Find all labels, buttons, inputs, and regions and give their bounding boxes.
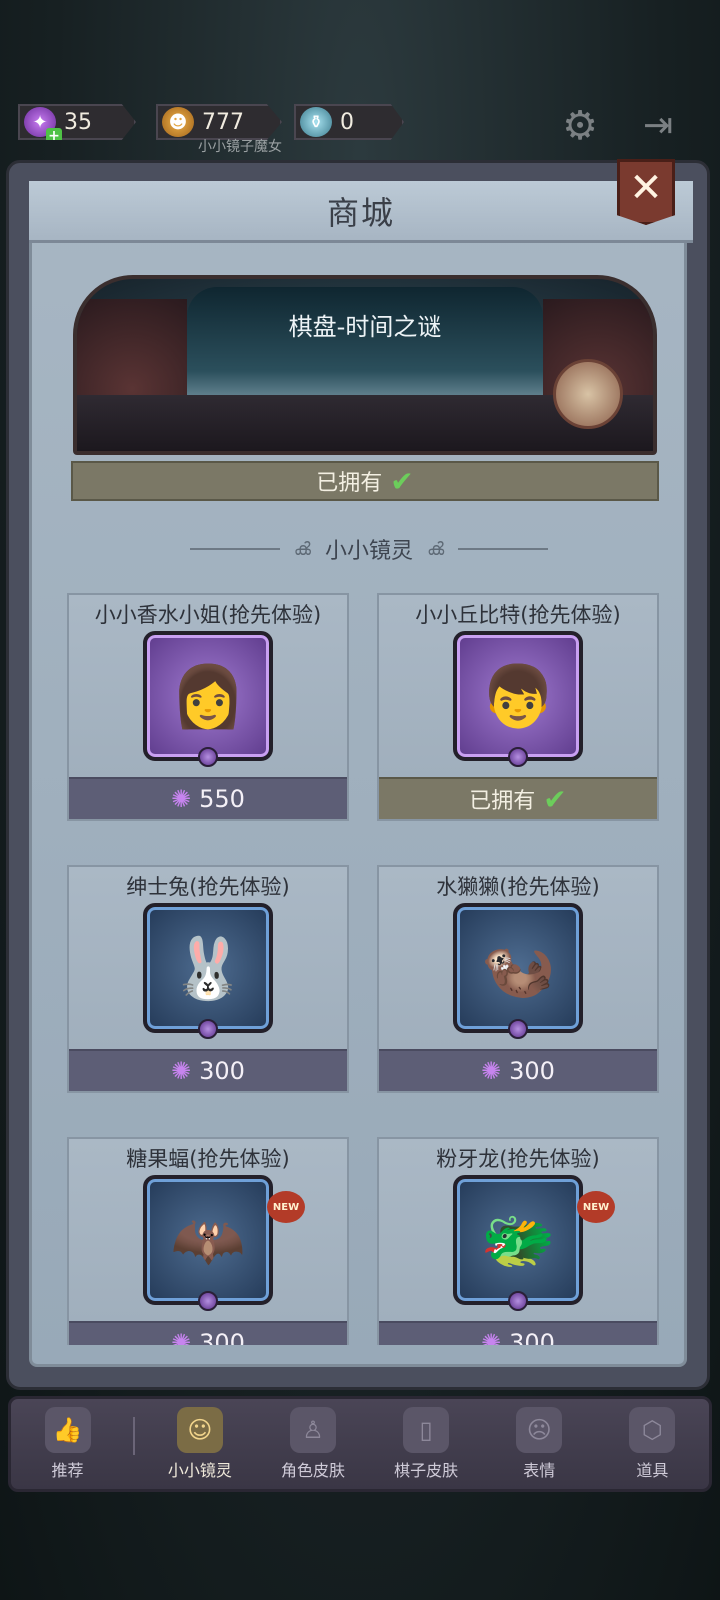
pumpkin-amount: 777 <box>202 109 244 135</box>
item-price: 300 <box>509 1057 555 1085</box>
nav-separator <box>132 1417 135 1455</box>
price-button[interactable]: ✺ 300 <box>379 1321 657 1345</box>
close-icon: ✕ <box>629 165 663 211</box>
candy-amount: 35 <box>64 109 92 135</box>
candy-icon: ✺ <box>171 785 192 813</box>
candy-icon: ✺ <box>171 1057 192 1085</box>
candy-icon: ✺ <box>481 1057 502 1085</box>
item-name: 小小香水小姐(抢先体验) <box>94 603 322 627</box>
item-icon: ⬡ <box>629 1407 676 1453</box>
shop-item-card[interactable]: 粉牙龙(抢先体验) 🐲 NEW ✺ 300 <box>377 1137 659 1345</box>
banner-status: 已拥有 <box>316 471 383 496</box>
gem-icon <box>198 1019 218 1039</box>
gem-icon <box>508 1019 528 1039</box>
item-name: 小小丘比特(抢先体验) <box>415 603 621 627</box>
divider-line <box>189 548 280 550</box>
tab-label: 表情 <box>523 1461 556 1480</box>
character-skin-icon: ♙ <box>289 1407 336 1453</box>
banner-window <box>187 287 543 407</box>
item-name: 糖果蝠(抢先体验) <box>126 1147 290 1171</box>
banner-owned-bar: 已拥有 ✔ <box>71 461 659 501</box>
item-price: 300 <box>199 1329 245 1345</box>
item-price: 300 <box>199 1057 245 1085</box>
item-name: 粉牙龙(抢先体验) <box>436 1147 600 1171</box>
candy-currency[interactable]: ✦ + 35 <box>18 104 136 140</box>
check-icon: ✔ <box>390 464 414 498</box>
tab-piece-skin[interactable]: ▯ 棋子皮肤 <box>378 1407 474 1481</box>
tab-character-skin[interactable]: ♙ 角色皮肤 <box>265 1407 361 1481</box>
item-name: 绅士兔(抢先体验) <box>126 875 290 899</box>
gem-icon <box>508 747 528 767</box>
pink-tooth-dragon-avatar: 🐲 <box>453 1175 583 1311</box>
pocket-watch-icon <box>553 359 623 429</box>
settings-gear-icon[interactable]: ⚙ <box>558 104 602 148</box>
swirl-icon: ൿ <box>293 538 311 560</box>
bottom-nav: 👍 推荐 ☺ 小小镜灵 ♙ 角色皮肤 ▯ 棋子皮肤 ☹ 表情 ⬡ 道具 <box>8 1396 712 1492</box>
tab-emote[interactable]: ☹ 表情 <box>491 1407 587 1481</box>
banner-name: 棋盘-时间之谜 <box>288 313 442 341</box>
cupid-avatar: 👦 <box>453 631 583 767</box>
close-button[interactable]: ✕ <box>617 159 675 225</box>
tab-recommend[interactable]: 👍 推荐 <box>20 1407 116 1481</box>
item-price: 550 <box>199 785 245 813</box>
shop-item-card[interactable]: 糖果蝠(抢先体验) 🦇 NEW ✺ 300 <box>67 1137 349 1345</box>
potion-currency[interactable]: ⚱ 0 <box>294 104 404 140</box>
check-icon: ✔ <box>543 782 567 816</box>
otter-avatar: 🦦 <box>453 903 583 1039</box>
shop-item-card[interactable]: 水獭獭(抢先体验) 🦦 ✺ 300 <box>377 865 659 1093</box>
tab-label: 道具 <box>636 1461 669 1480</box>
new-badge: NEW <box>577 1191 615 1223</box>
section-title: 小小镜灵 <box>324 539 413 564</box>
gem-icon <box>198 747 218 767</box>
shop-item-card[interactable]: 绅士兔(抢先体验) 🐰 ✺ 300 <box>67 865 349 1093</box>
add-candy-icon[interactable]: + <box>46 128 62 140</box>
section-header: ൿ 小小镜灵 ൿ <box>59 529 679 569</box>
shop-panel: 商城 ✕ 棋盘-时间之谜 已拥有 ✔ ൿ 小小镜灵 ൿ 小小香水小姐(抢先体验) <box>6 159 710 1390</box>
exit-icon[interactable]: ⇥ <box>636 104 680 148</box>
title-band: 商城 <box>29 181 693 243</box>
candy-icon: ✺ <box>171 1329 192 1345</box>
price-button[interactable]: ✺ 300 <box>379 1049 657 1091</box>
price-button[interactable]: ✺ 550 <box>69 777 347 819</box>
tab-label: 棋子皮肤 <box>394 1461 459 1480</box>
owned-bar: 已拥有 ✔ <box>379 777 657 819</box>
tab-label: 角色皮肤 <box>280 1461 345 1480</box>
shop-item-card[interactable]: 小小香水小姐(抢先体验) 👩 ✺ 550 <box>67 593 349 821</box>
shop-title: 商城 <box>326 193 395 232</box>
pumpkin-currency[interactable]: ☻ 777 <box>156 104 282 140</box>
price-button[interactable]: ✺ 300 <box>69 1049 347 1091</box>
candy-icon: ✺ <box>481 1329 502 1345</box>
emote-icon: ☹ <box>516 1407 563 1453</box>
potion-icon: ⚱ <box>300 107 332 137</box>
piece-skin-icon: ▯ <box>403 1407 450 1453</box>
pumpkin-icon: ☻ <box>162 107 194 137</box>
board-banner[interactable]: 棋盘-时间之谜 <box>73 275 657 455</box>
item-price: 300 <box>509 1329 555 1345</box>
swirl-icon: ൿ <box>427 538 445 560</box>
candy-bat-avatar: 🦇 <box>143 1175 273 1311</box>
shop-scroll-area[interactable]: 棋盘-时间之谜 已拥有 ✔ ൿ 小小镜灵 ൿ 小小香水小姐(抢先体验) 👩 ✺ … <box>59 275 679 1345</box>
mirror-spirit-icon: ☺ <box>176 1407 223 1453</box>
witch-label: 小小镜子魔女 <box>198 139 282 155</box>
gem-icon <box>508 1291 528 1311</box>
divider-line <box>458 548 549 550</box>
tab-items[interactable]: ⬡ 道具 <box>604 1407 700 1481</box>
potion-amount: 0 <box>340 109 354 135</box>
tab-label: 推荐 <box>51 1461 84 1480</box>
tab-label: 小小镜灵 <box>167 1461 232 1480</box>
shop-item-card[interactable]: 小小丘比特(抢先体验) 👦 已拥有 ✔ <box>377 593 659 821</box>
perfume-miss-avatar: 👩 <box>143 631 273 767</box>
new-badge: NEW <box>267 1191 305 1223</box>
price-button[interactable]: ✺ 300 <box>69 1321 347 1345</box>
thumbs-up-icon: 👍 <box>44 1407 91 1453</box>
item-name: 水獭獭(抢先体验) <box>436 875 600 899</box>
top-hud: ✦ + 35 ☻ 777 ⚱ 0 小小镜子魔女 ⚙ ⇥ <box>10 96 710 155</box>
item-status: 已拥有 <box>469 789 536 814</box>
tab-mirror-spirit[interactable]: ☺ 小小镜灵 <box>152 1407 248 1481</box>
gentleman-rabbit-avatar: 🐰 <box>143 903 273 1039</box>
gem-icon <box>198 1291 218 1311</box>
